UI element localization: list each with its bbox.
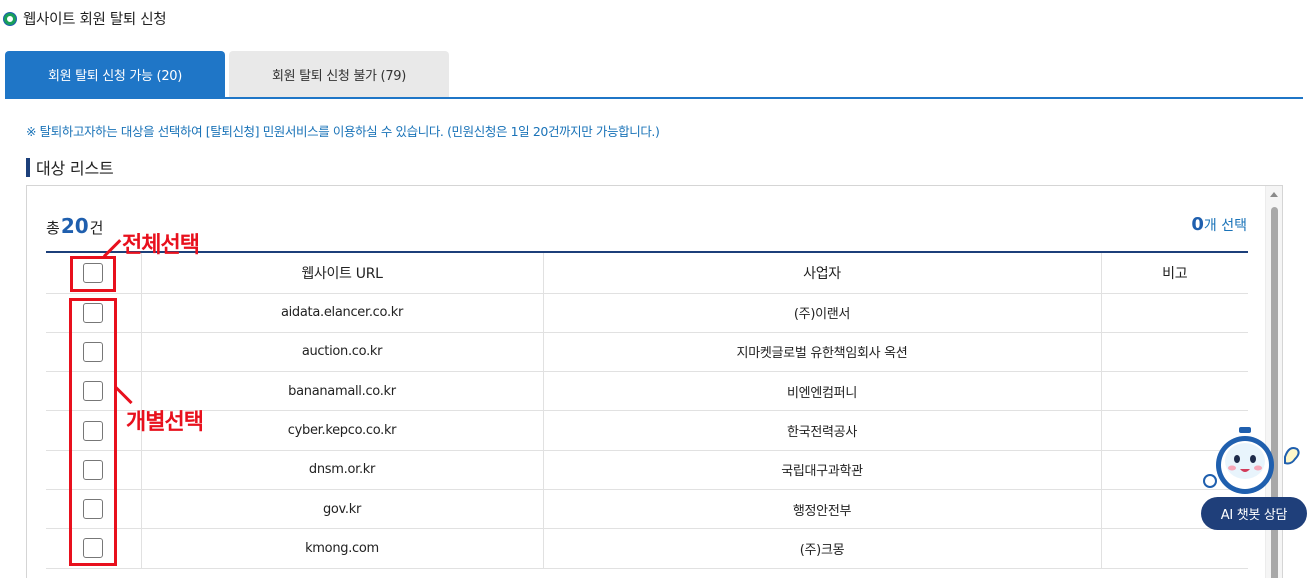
row-note [1100,371,1248,412]
row-url: dnsm.or.kr [140,450,543,490]
row-url: gov.kr [140,489,543,530]
total-number: 20 [60,214,89,238]
selected-suffix: 개 선택 [1203,218,1247,234]
table-header-row: 웹사이트 URL 사업자 비고 [46,252,1248,294]
row-company: 국립대구과학관 [542,450,1101,490]
total-suffix: 건 [89,219,104,237]
select-each-annotation: 개별선택 [126,410,204,435]
row-company: (주)이랜서 [542,293,1101,333]
chatbot-mascot-icon [1203,427,1300,494]
row-company: 행정안전부 [542,489,1101,530]
table-row: cyber.kepco.co.kr 한국전력공사 [46,410,1248,451]
row-company: 지마켓글로벌 유한책임회사 옥션 [542,332,1101,373]
table-row: gov.kr 행정안전부 [46,489,1248,530]
page-header: 웹사이트 회원 탈퇴 신청 [4,8,167,29]
chatbot-button[interactable]: AI 챗봇 상담 [1201,427,1309,532]
total-prefix: 총 [46,219,60,237]
row-company: (주)크몽 [542,528,1101,569]
target-table: 웹사이트 URL 사업자 비고 aidata.elancer.co.kr (주)… [46,251,1248,569]
selected-number: 0 [1191,214,1204,235]
header-note: 비고 [1100,252,1248,294]
table-row: dnsm.or.kr 국립대구과학관 [46,450,1248,490]
section-title-text: 대상 리스트 [36,159,114,178]
header-company: 사업자 [542,252,1101,294]
row-url: aidata.elancer.co.kr [140,293,543,333]
section-title: 대상 리스트 [26,155,114,179]
section-bar [26,157,30,177]
tab-underline [5,97,1303,99]
scroll-up-arrow-icon[interactable] [1270,192,1278,197]
table-row: kmong.com (주)크몽 [46,528,1248,569]
table-row: aidata.elancer.co.kr (주)이랜서 [46,293,1248,333]
table-row: auction.co.kr 지마켓글로벌 유한책임회사 옥션 [46,332,1248,373]
chatbot-label: AI 챗봇 상담 [1201,497,1307,530]
select-each-highlight [69,298,117,566]
header-url: 웹사이트 URL [140,252,543,294]
row-note [1100,293,1248,333]
table-row: bananamall.co.kr 비엔엔컴퍼니 [46,371,1248,412]
tab-withdraw-available[interactable]: 회원 탈퇴 신청 가능 (20) [5,51,225,98]
target-list-panel[interactable]: 총 20 건 0 개 선택 웹사이트 URL 사업자 비고 aidata.ela… [26,185,1283,578]
page-title: 웹사이트 회원 탈퇴 신청 [23,12,167,28]
row-note [1100,528,1248,569]
row-note [1100,332,1248,373]
select-all-annotation: 전체선택 [122,233,200,258]
bullet-icon [4,12,16,25]
total-count: 총 20 건 [46,214,103,238]
tab-bar: 회원 탈퇴 신청 가능 (20) 회원 탈퇴 신청 불가 (79) [5,51,449,98]
select-all-highlight [70,256,116,292]
selected-count: 0 개 선택 [1191,214,1247,235]
row-company: 비엔엔컴퍼니 [542,371,1101,412]
row-url: auction.co.kr [140,332,543,373]
notice-text: ※ 탈퇴하고자하는 대상을 선택하여 [탈퇴신청] 민원서비스를 이용하실 수 … [26,124,660,139]
tab-withdraw-unavailable[interactable]: 회원 탈퇴 신청 불가 (79) [229,51,449,98]
row-company: 한국전력공사 [542,410,1101,451]
row-url: kmong.com [140,528,543,569]
